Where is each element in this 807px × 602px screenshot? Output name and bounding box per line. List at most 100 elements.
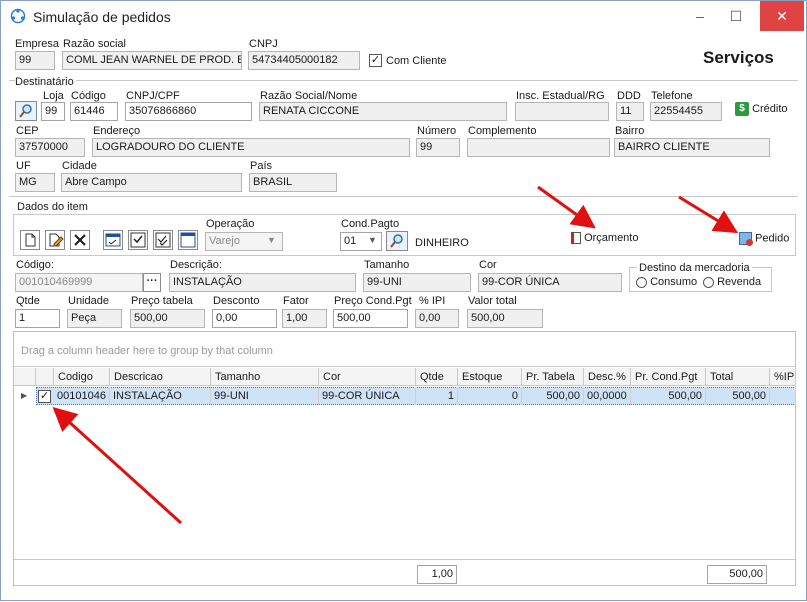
col-ipi[interactable]: %IPI	[770, 368, 796, 386]
double-check-icon	[155, 232, 171, 248]
cell-descricao: INSTALAÇÃO	[110, 387, 211, 405]
empresa-field[interactable]: 99	[15, 51, 55, 70]
pais-label: País	[250, 160, 273, 172]
razao-social-field[interactable]: COML JEAN WARNEL DE PROD. ESP.	[62, 51, 242, 70]
cell-estoque: 0	[458, 387, 522, 405]
row-indicator-icon: ▶	[21, 391, 28, 400]
pais-field[interactable]: BRASIL	[249, 173, 337, 192]
cnpjcpf-label: CNPJ/CPF	[126, 90, 180, 102]
col-tamanho[interactable]: Tamanho	[211, 368, 319, 386]
col-pr-cond[interactable]: Pr. Cond.Pgt	[631, 368, 706, 386]
col-codigo[interactable]: Codigo	[54, 368, 110, 386]
check-all-button[interactable]	[153, 230, 173, 250]
radio-icon	[636, 276, 647, 288]
desconto-field[interactable]: 0,00	[212, 309, 277, 328]
cell-desc: 00,0000	[584, 387, 631, 405]
complemento-label: Complemento	[468, 125, 537, 137]
app-icon	[10, 8, 26, 24]
search-cond-button[interactable]	[386, 231, 408, 251]
qtde-field[interactable]: 1	[15, 309, 60, 328]
uf-field[interactable]: MG	[15, 173, 55, 192]
minimize-button[interactable]: –	[683, 1, 717, 31]
desconto-label: Desconto	[213, 295, 260, 307]
col-estoque[interactable]: Estoque	[458, 368, 522, 386]
cond-pagto-label: Cond.Pagto	[341, 218, 400, 230]
loja-field[interactable]: 99	[41, 102, 65, 121]
maximize-button[interactable]: ☐	[719, 1, 753, 31]
revenda-radio[interactable]: Revenda	[703, 276, 761, 288]
col-descricao[interactable]: Descricao	[110, 368, 211, 386]
title-bar: Simulação de pedidos – ☐ ✕	[1, 1, 806, 32]
window-title: Simulação de pedidos	[33, 9, 171, 25]
com-cliente-checkbox[interactable]: ✓	[369, 54, 382, 67]
codigo-cliente-field[interactable]: 61446	[70, 102, 118, 121]
uf-label: UF	[16, 160, 31, 172]
telefone-field[interactable]: 22554455	[650, 102, 722, 121]
edit-document-icon	[49, 233, 64, 247]
com-cliente-label: Com Cliente	[386, 55, 447, 67]
bairro-field[interactable]: BAIRRO CLIENTE	[614, 138, 770, 157]
col-desc[interactable]: Desc.%	[584, 368, 631, 386]
footer-valor-total: 500,00	[707, 565, 767, 584]
radio-icon	[703, 276, 714, 288]
razao-nome-label: Razão Social/Nome	[260, 90, 358, 102]
preco-cond-field[interactable]: 500,00	[333, 309, 408, 328]
consumo-radio[interactable]: Consumo	[636, 276, 697, 288]
unidade-field[interactable]: Peça	[67, 309, 122, 328]
grid-indicator-header	[14, 368, 36, 386]
pedido-button[interactable]: Pedido	[739, 232, 789, 246]
preco-tabela-field[interactable]: 500,00	[130, 309, 205, 328]
main-window: Simulação de pedidos – ☐ ✕ Empresa 99 Ra…	[0, 0, 807, 601]
delete-item-button[interactable]	[70, 230, 90, 250]
cell-cor: 99-COR ÚNICA	[319, 387, 416, 405]
cep-field[interactable]: 37570000	[15, 138, 85, 157]
window-button[interactable]	[178, 230, 198, 250]
dollar-icon: $	[735, 102, 749, 116]
edit-item-button[interactable]	[45, 230, 65, 250]
ellipsis-button[interactable]: ···	[143, 273, 161, 292]
row-select-checkbox[interactable]: ✓	[38, 390, 51, 403]
valor-total-field[interactable]: 500,00	[467, 309, 543, 328]
operacao-label: Operação	[206, 218, 255, 230]
insc-estadual-field[interactable]	[515, 102, 609, 121]
fator-field[interactable]: 1,00	[282, 309, 327, 328]
item-codigo-field[interactable]: 001010469999	[15, 273, 143, 292]
cell-codigo: 00101046	[54, 387, 110, 405]
item-tamanho-field[interactable]: 99-UNI	[363, 273, 471, 292]
cidade-field[interactable]: Abre Campo	[61, 173, 242, 192]
razao-nome-field[interactable]: RENATA CICCONE	[259, 102, 507, 121]
unidade-label: Unidade	[68, 295, 109, 307]
select-all-button[interactable]	[103, 230, 123, 250]
close-button[interactable]: ✕	[760, 1, 804, 31]
credito-label: Crédito	[752, 103, 788, 115]
search-client-button[interactable]	[15, 101, 37, 121]
item-cor-field[interactable]: 99-COR ÚNICA	[478, 273, 622, 292]
orcamento-label: Orçamento	[584, 232, 639, 245]
ipi-label: % IPI	[419, 295, 446, 307]
orcamento-button[interactable]: Orçamento	[571, 232, 639, 245]
footer-qtde-total: 1,00	[417, 565, 457, 584]
cnpjcpf-field[interactable]: 35076866860	[125, 102, 252, 121]
ddd-field[interactable]: 11	[616, 102, 644, 121]
col-total[interactable]: Total	[706, 368, 770, 386]
items-grid: Drag a column header here to group by th…	[13, 331, 796, 586]
endereco-field[interactable]: LOGRADOURO DO CLIENTE	[92, 138, 410, 157]
ipi-field[interactable]: 0,00	[415, 309, 459, 328]
check-button[interactable]	[128, 230, 148, 250]
razao-social-label: Razão social	[63, 38, 126, 50]
col-cor[interactable]: Cor	[319, 368, 416, 386]
item-descricao-field[interactable]: INSTALAÇÃO	[169, 273, 356, 292]
col-qtde[interactable]: Qtde	[416, 368, 458, 386]
insc-estadual-label: Insc. Estadual/RG	[516, 90, 605, 102]
credito-button[interactable]: $ Crédito	[735, 102, 788, 120]
numero-field[interactable]: 99	[416, 138, 460, 157]
loja-label: Loja	[43, 90, 64, 102]
complemento-field[interactable]	[467, 138, 610, 157]
cnpj-field[interactable]: 54734405000182	[248, 51, 360, 70]
codigo-cliente-label: Código	[71, 90, 106, 102]
servicos-title: Serviços	[703, 48, 774, 67]
new-item-button[interactable]	[20, 230, 40, 250]
new-document-icon	[25, 233, 36, 247]
col-pr-tabela[interactable]: Pr. Tabela	[522, 368, 584, 386]
bairro-label: Bairro	[615, 125, 645, 137]
